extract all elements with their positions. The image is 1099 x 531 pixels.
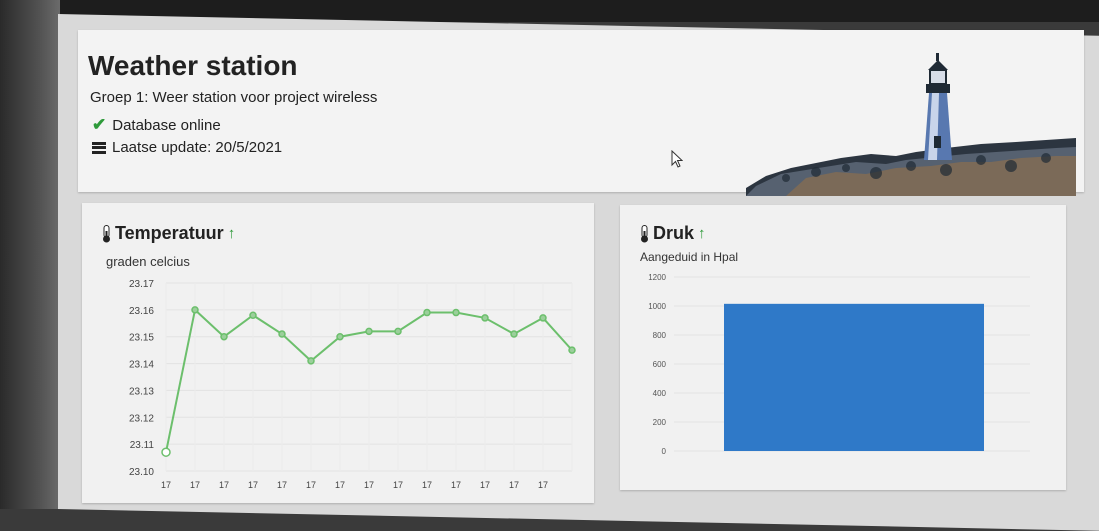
x-tick-label: 17 bbox=[422, 480, 432, 490]
x-tick-label: 17 bbox=[538, 480, 548, 490]
database-status-text: Database online bbox=[112, 116, 221, 134]
monitor-bezel bbox=[0, 0, 60, 509]
x-tick-label: 17 bbox=[335, 480, 345, 490]
temperature-chart: 23.17 23.16 23.15 23.14 23.13 23.12 23.11 23.10… bbox=[129, 279, 576, 490]
x-tick-label: 17 bbox=[277, 480, 287, 490]
temperature-data-point bbox=[481, 314, 489, 322]
y-tick-label: 1200 bbox=[648, 273, 666, 282]
temperature-data-point bbox=[510, 330, 518, 338]
temperature-data-point bbox=[568, 346, 576, 354]
x-tick-label: 17 bbox=[393, 480, 403, 490]
y-tick-label: 200 bbox=[653, 418, 667, 427]
x-tick-label: 17 bbox=[161, 480, 171, 490]
x-tick-label: 17 bbox=[248, 480, 258, 490]
temperature-data-point bbox=[336, 332, 344, 341]
y-tick-label: 0 bbox=[662, 447, 667, 456]
temperature-data-point bbox=[365, 327, 373, 336]
temperature-card: Temperatuur ↑ graden celcius 23.17 23.16 2… bbox=[82, 203, 594, 503]
y-tick-label: 23.10 bbox=[129, 467, 154, 478]
temperature-data-point bbox=[161, 447, 171, 457]
page-title: Weather station bbox=[88, 50, 298, 81]
y-tick-label: 23.15 bbox=[129, 333, 154, 344]
x-tick-label: 17 bbox=[509, 480, 519, 490]
temperature-data-point bbox=[307, 357, 315, 365]
mouse-cursor-icon bbox=[671, 150, 683, 168]
temperature-data-point bbox=[423, 308, 431, 317]
x-tick-label: 17 bbox=[219, 480, 229, 490]
temperature-data-point bbox=[394, 327, 402, 336]
temperature-data-point bbox=[278, 330, 286, 338]
x-tick-label: 17 bbox=[451, 480, 461, 490]
temperature-data-point bbox=[220, 332, 228, 341]
y-tick-label: 400 bbox=[653, 389, 667, 398]
y-tick-label: 800 bbox=[653, 331, 667, 340]
pressure-bar bbox=[724, 303, 984, 451]
y-tick-label: 23.13 bbox=[129, 386, 154, 397]
y-tick-label: 23.16 bbox=[129, 306, 154, 317]
temperature-data-point bbox=[452, 308, 460, 317]
database-icon bbox=[92, 141, 106, 154]
y-tick-label: 23.12 bbox=[129, 413, 154, 424]
y-tick-label: 23.11 bbox=[130, 440, 155, 451]
database-status: ✔ Database online bbox=[92, 115, 221, 135]
y-tick-label: 23.17 bbox=[129, 279, 154, 290]
y-tick-label: 600 bbox=[653, 360, 667, 369]
x-tick-label: 17 bbox=[364, 480, 374, 490]
check-icon: ✔ bbox=[92, 115, 107, 134]
header-card: Weather station Groep 1: Weer station vo… bbox=[78, 30, 1084, 196]
pressure-card: Druk ↑ Aangeduid in Hpal 1200 1000 800 600 4… bbox=[620, 205, 1066, 490]
x-tick-label: 17 bbox=[190, 480, 200, 490]
temperature-data-point bbox=[249, 311, 257, 319]
page-subtitle: Groep 1: Weer station voor project wirel… bbox=[90, 89, 378, 106]
pressure-chart: 1200 1000 800 600 400 200 0 bbox=[648, 273, 1030, 456]
x-tick-label: 17 bbox=[480, 480, 490, 490]
x-tick-label: 17 bbox=[306, 480, 316, 490]
temperature-data-point bbox=[191, 306, 199, 314]
y-tick-label: 23.14 bbox=[129, 360, 154, 371]
y-tick-label: 1000 bbox=[648, 302, 666, 311]
last-update-text: Laatse update: 20/5/2021 bbox=[112, 139, 283, 156]
lighthouse-image bbox=[746, 53, 1076, 196]
temperature-data-point bbox=[539, 314, 547, 322]
last-update: Laatse update: 20/5/2021 bbox=[92, 139, 282, 156]
